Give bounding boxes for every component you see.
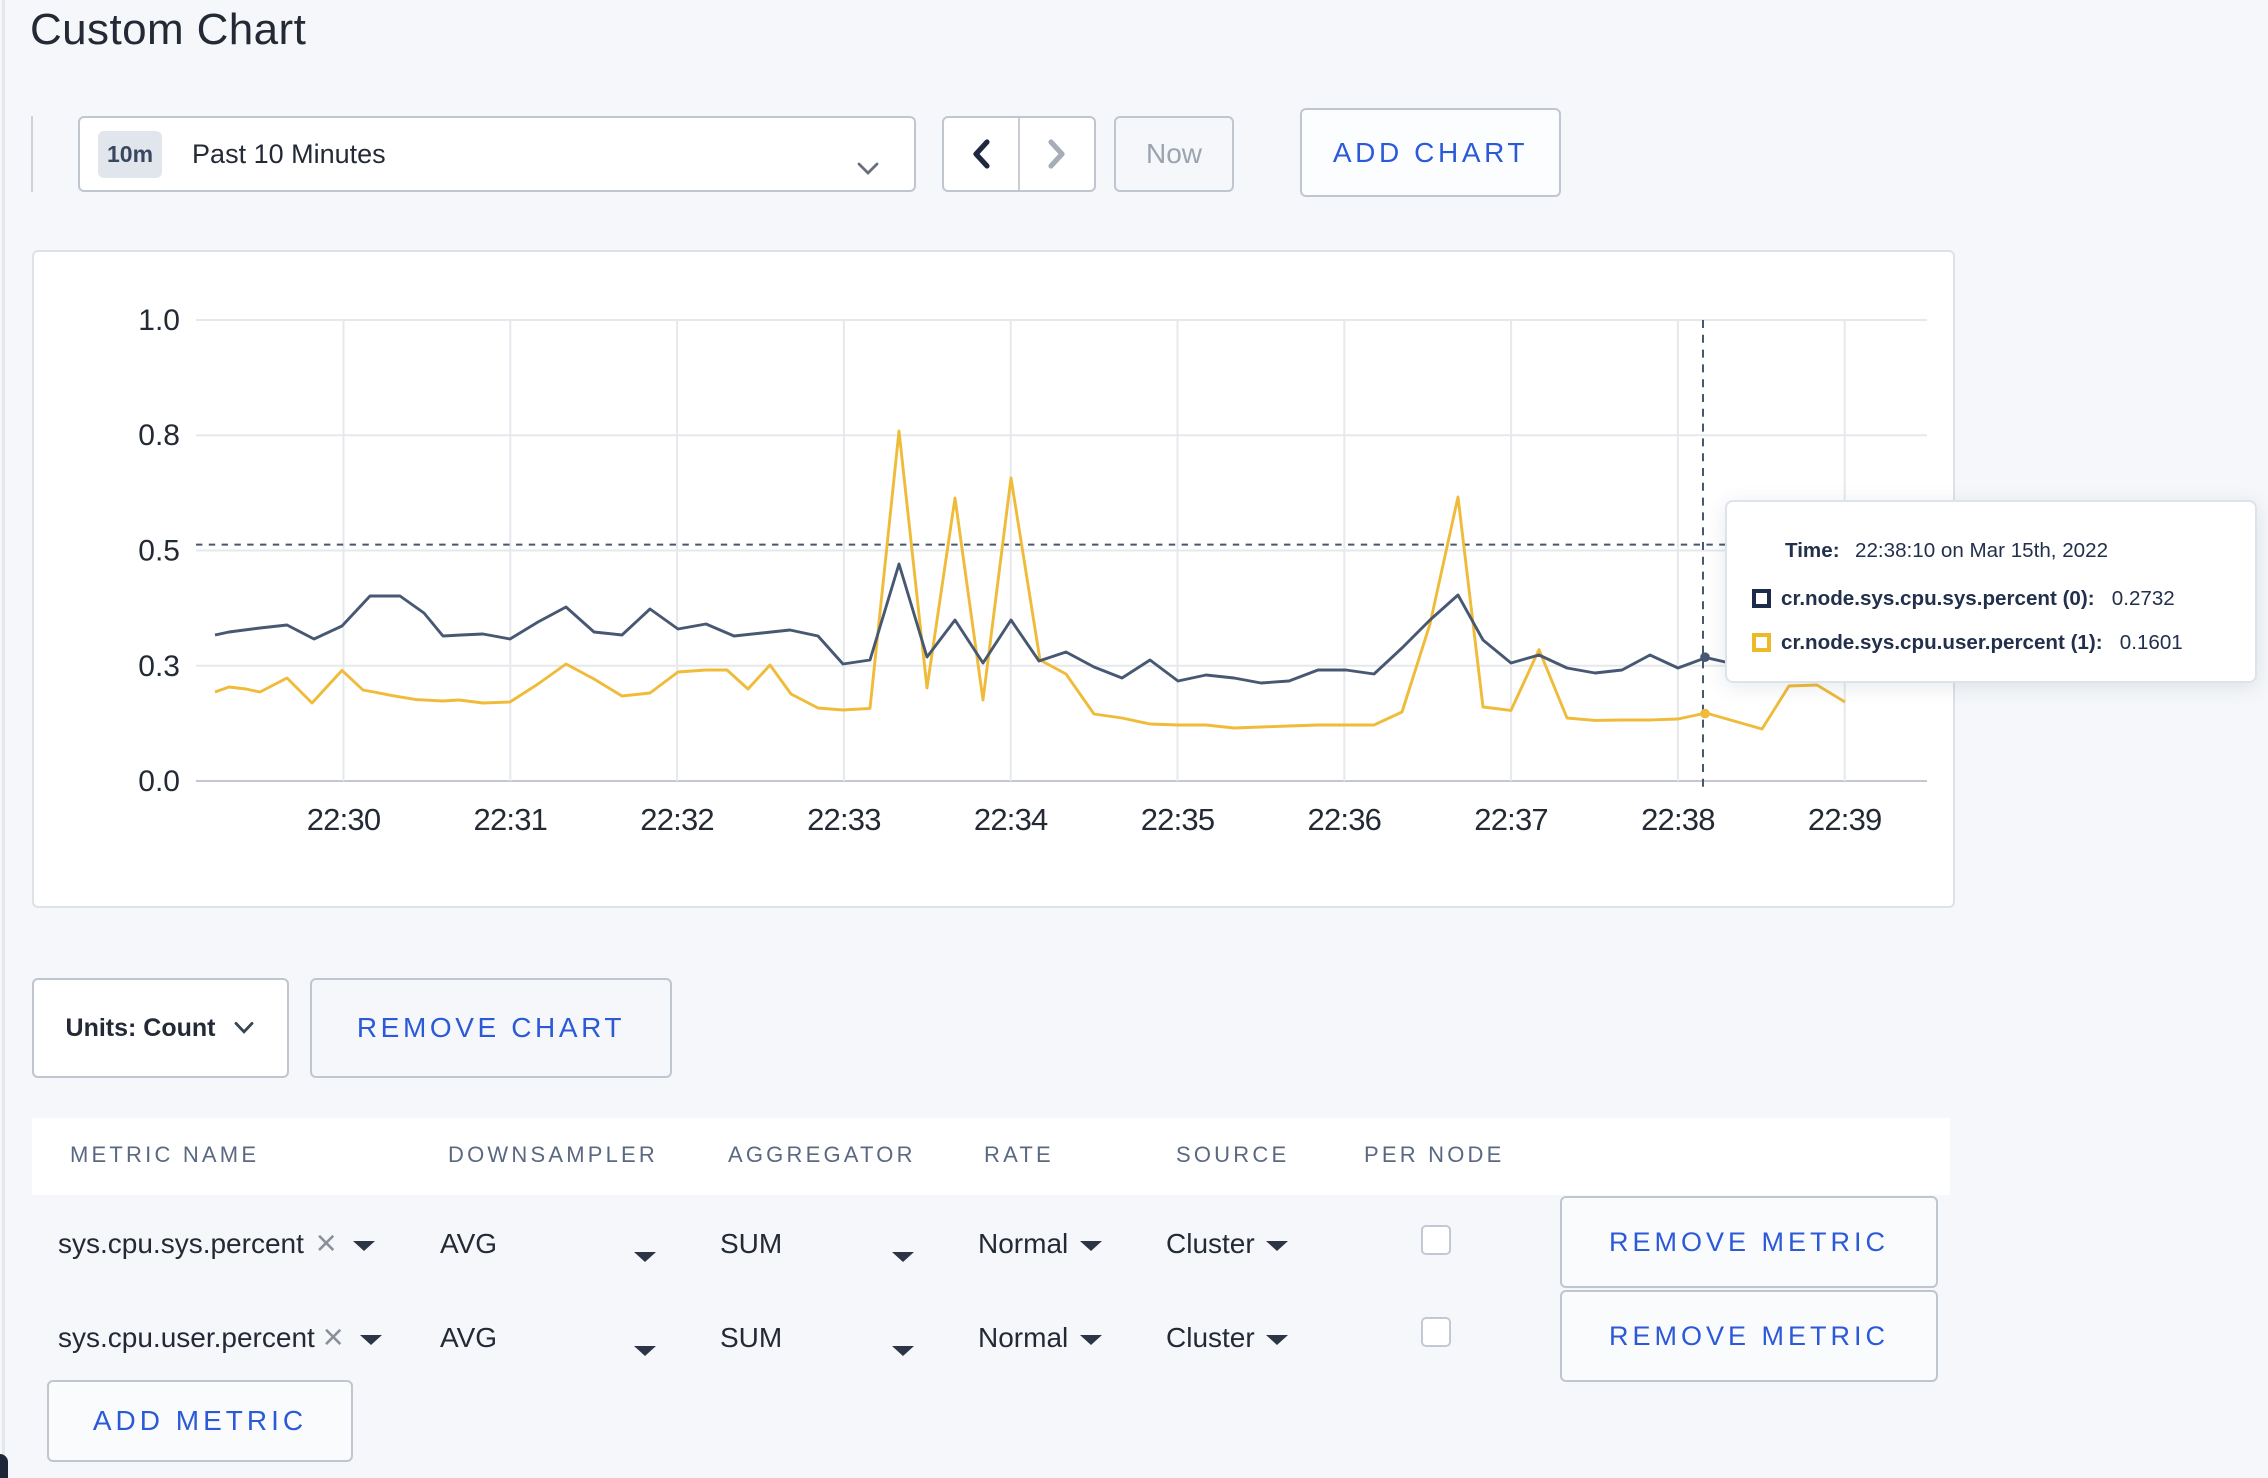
svg-text:0.0: 0.0: [138, 765, 180, 798]
svg-text:22:34: 22:34: [974, 802, 1048, 837]
svg-text:22:38: 22:38: [1641, 802, 1715, 837]
svg-text:22:37: 22:37: [1474, 802, 1548, 837]
svg-text:0.3: 0.3: [138, 650, 180, 683]
svg-text:1.0: 1.0: [138, 304, 180, 337]
svg-text:22:33: 22:33: [807, 802, 881, 837]
svg-text:22:30: 22:30: [307, 802, 381, 837]
svg-text:0.5: 0.5: [138, 535, 180, 568]
svg-text:22:32: 22:32: [640, 802, 714, 837]
svg-text:22:36: 22:36: [1308, 802, 1382, 837]
svg-text:22:39: 22:39: [1808, 802, 1882, 837]
svg-text:22:35: 22:35: [1141, 802, 1215, 837]
svg-text:22:31: 22:31: [474, 802, 548, 837]
svg-text:0.8: 0.8: [138, 419, 180, 452]
